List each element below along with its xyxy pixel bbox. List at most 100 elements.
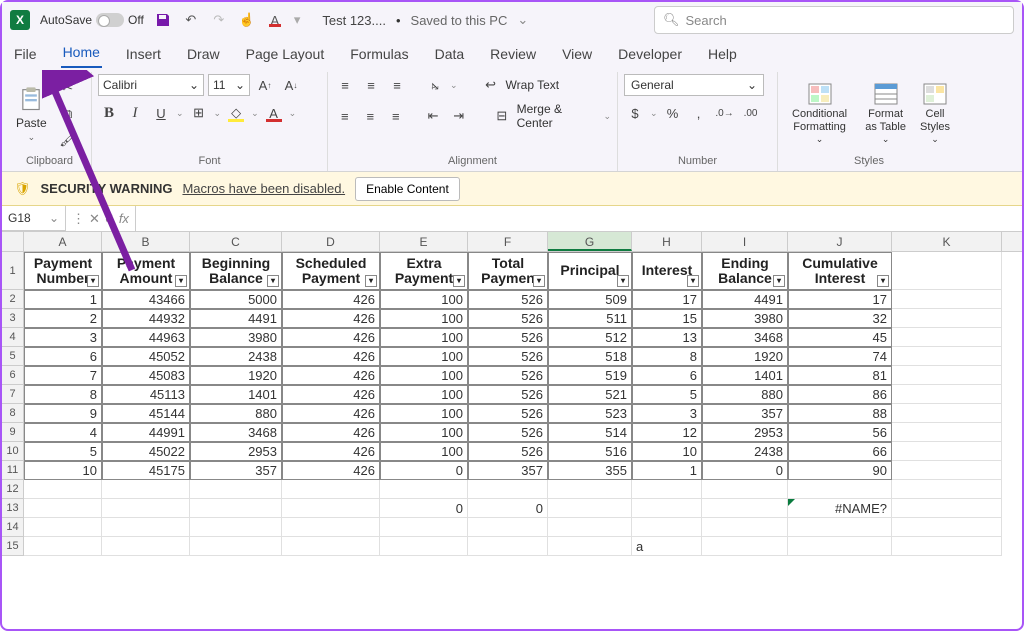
cell[interactable]: 7 <box>24 366 102 385</box>
cell[interactable]: 9 <box>24 404 102 423</box>
redo-icon[interactable]: ↷ <box>210 11 228 29</box>
align-left-icon[interactable]: ≡ <box>334 105 356 127</box>
table-header[interactable]: CumulativeInterest▾ <box>788 252 892 290</box>
cell[interactable]: 0 <box>702 461 788 480</box>
cell[interactable]: 8 <box>632 347 702 366</box>
font-name-select[interactable]: Calibri⌄ <box>98 74 204 96</box>
cell[interactable]: 12 <box>632 423 702 442</box>
column-header-G[interactable]: G <box>548 232 632 251</box>
toggle-switch[interactable] <box>96 13 124 27</box>
cell[interactable] <box>788 537 892 556</box>
cell[interactable] <box>282 480 380 499</box>
cell[interactable]: 90 <box>788 461 892 480</box>
cell[interactable]: 426 <box>282 385 380 404</box>
cell[interactable] <box>892 499 1002 518</box>
cell[interactable]: 2 <box>24 309 102 328</box>
cell[interactable]: 8 <box>24 385 102 404</box>
column-header-A[interactable]: A <box>24 232 102 251</box>
cell[interactable] <box>468 537 548 556</box>
table-header[interactable]: PaymentAmount▾ <box>102 252 190 290</box>
cancel-formula-icon[interactable]: ✕ <box>89 211 100 227</box>
increase-decimal-icon[interactable]: .0→ <box>714 102 736 124</box>
cell[interactable]: 81 <box>788 366 892 385</box>
cell[interactable] <box>102 499 190 518</box>
row-header[interactable]: 8 <box>2 404 24 423</box>
cell[interactable] <box>892 423 1002 442</box>
cell[interactable] <box>548 499 632 518</box>
cell[interactable]: 45052 <box>102 347 190 366</box>
column-header-J[interactable]: J <box>788 232 892 251</box>
cell[interactable] <box>282 518 380 537</box>
conditional-formatting-button[interactable]: Conditional Formatting⌄ <box>784 80 855 147</box>
cell[interactable]: 0 <box>380 461 468 480</box>
cell[interactable]: 13 <box>632 328 702 347</box>
cell[interactable] <box>892 480 1002 499</box>
cell[interactable] <box>788 518 892 537</box>
cell[interactable]: 17 <box>788 290 892 309</box>
table-header[interactable]: Interest▾ <box>632 252 702 290</box>
cell[interactable]: 45175 <box>102 461 190 480</box>
cell[interactable]: 5 <box>632 385 702 404</box>
merge-center-label[interactable]: Merge & Center <box>517 102 600 130</box>
cell[interactable]: 519 <box>548 366 632 385</box>
cell[interactable]: 511 <box>548 309 632 328</box>
table-header[interactable]: TotalPaymen▾ <box>468 252 548 290</box>
cell[interactable]: 17 <box>632 290 702 309</box>
percent-icon[interactable]: % <box>662 102 684 124</box>
cell[interactable]: 100 <box>380 442 468 461</box>
cell[interactable] <box>380 480 468 499</box>
cell[interactable]: 3 <box>24 328 102 347</box>
cell[interactable]: 526 <box>468 423 548 442</box>
cell[interactable]: 2953 <box>702 423 788 442</box>
row-header[interactable]: 7 <box>2 385 24 404</box>
cell[interactable] <box>892 290 1002 309</box>
cell[interactable] <box>702 518 788 537</box>
cell[interactable] <box>548 518 632 537</box>
cell[interactable] <box>632 499 702 518</box>
align-right-icon[interactable]: ≡ <box>385 105 407 127</box>
cell[interactable] <box>632 480 702 499</box>
increase-indent-icon[interactable]: ⇥ <box>448 105 470 127</box>
cell[interactable] <box>24 518 102 537</box>
bold-button[interactable]: B <box>98 102 120 124</box>
cell[interactable]: 2438 <box>702 442 788 461</box>
cell[interactable]: 100 <box>380 309 468 328</box>
cell[interactable]: 3468 <box>190 423 282 442</box>
cell[interactable] <box>892 328 1002 347</box>
cell[interactable] <box>892 366 1002 385</box>
column-header-B[interactable]: B <box>102 232 190 251</box>
tab-formulas[interactable]: Formulas <box>348 42 410 68</box>
cell[interactable] <box>788 480 892 499</box>
cell[interactable]: 1 <box>24 290 102 309</box>
security-message[interactable]: Macros have been disabled. <box>182 181 345 196</box>
cell[interactable]: 4 <box>24 423 102 442</box>
cell[interactable] <box>24 537 102 556</box>
row-header[interactable]: 3 <box>2 309 24 328</box>
cell[interactable] <box>282 499 380 518</box>
row-header[interactable]: 4 <box>2 328 24 347</box>
table-header[interactable]: EndingBalance▾ <box>702 252 788 290</box>
cell[interactable]: 512 <box>548 328 632 347</box>
cell[interactable]: 5000 <box>190 290 282 309</box>
enable-content-button[interactable]: Enable Content <box>355 177 460 201</box>
cell[interactable]: 100 <box>380 347 468 366</box>
cell[interactable] <box>702 499 788 518</box>
cell[interactable]: 45022 <box>102 442 190 461</box>
fill-color-icon[interactable]: ◇ <box>225 102 247 124</box>
save-icon[interactable] <box>154 11 172 29</box>
row-header[interactable]: 10 <box>2 442 24 461</box>
cell[interactable] <box>282 537 380 556</box>
align-top-icon[interactable]: ≡ <box>334 74 356 96</box>
row-header[interactable]: 12 <box>2 480 24 499</box>
table-header[interactable]: Principal▾ <box>548 252 632 290</box>
cell[interactable]: 526 <box>468 328 548 347</box>
cell[interactable]: 1 <box>632 461 702 480</box>
cell[interactable]: 526 <box>468 347 548 366</box>
cell[interactable]: 100 <box>380 385 468 404</box>
align-center-icon[interactable]: ≡ <box>360 105 382 127</box>
column-header-H[interactable]: H <box>632 232 702 251</box>
cell[interactable]: 3980 <box>190 328 282 347</box>
merge-icon[interactable]: ⊟ <box>491 105 513 127</box>
cell[interactable]: 426 <box>282 404 380 423</box>
cell[interactable] <box>892 347 1002 366</box>
